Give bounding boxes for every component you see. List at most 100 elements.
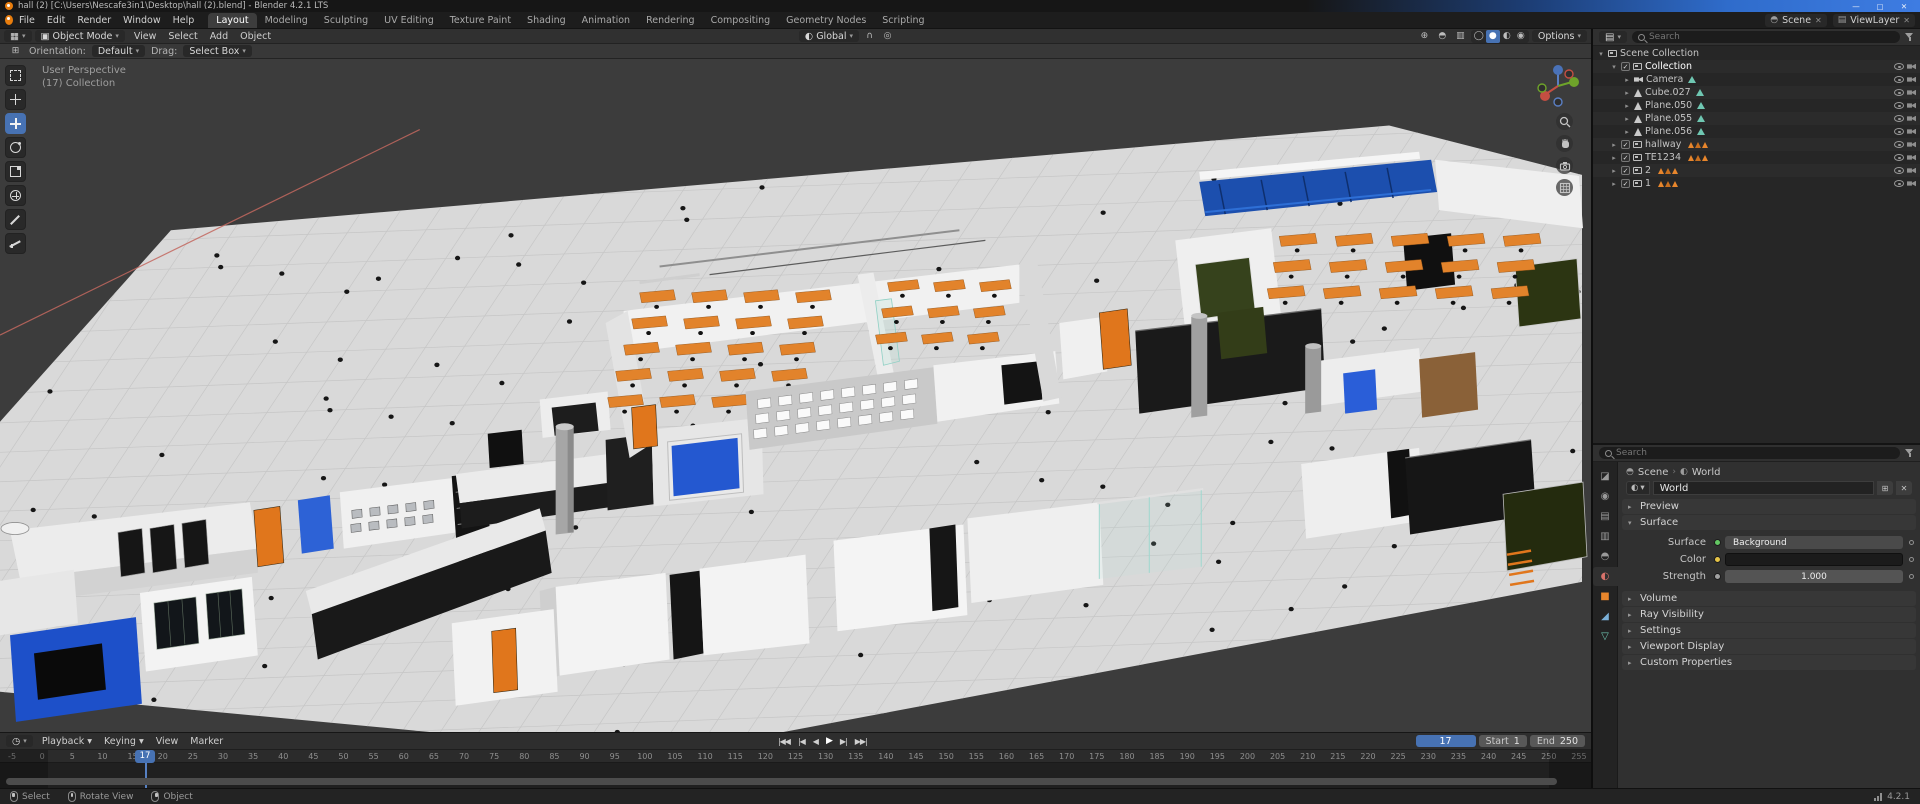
menu-edit[interactable]: Edit xyxy=(41,14,71,27)
navigation-gizmo[interactable] xyxy=(1535,63,1581,112)
workspace-tab-geometry-nodes[interactable]: Geometry Nodes xyxy=(778,13,874,28)
tool-rotate[interactable] xyxy=(5,137,26,158)
properties-search[interactable] xyxy=(1599,447,1900,459)
world-name-field[interactable]: World xyxy=(1652,481,1874,495)
section-custom-properties[interactable]: ▸ Custom Properties xyxy=(1622,655,1916,670)
tool-measure[interactable] xyxy=(5,233,26,254)
outliner-row-collection[interactable]: ▾ ✓ Collection xyxy=(1593,60,1920,73)
unlink-scene-icon[interactable]: ✕ xyxy=(1815,16,1822,25)
camera-view-icon[interactable] xyxy=(1556,157,1573,174)
drag-dropdown[interactable]: Select Box ▾ xyxy=(183,45,252,57)
properties-tab-scene[interactable]: ◓ xyxy=(1593,547,1618,566)
menu-render[interactable]: Render xyxy=(71,14,117,27)
xray-toggle-icon[interactable]: ▥ xyxy=(1453,30,1468,43)
hide-in-viewport-icon[interactable] xyxy=(1894,115,1904,122)
properties-tab-tool[interactable]: ◪ xyxy=(1593,467,1618,486)
outliner-row-1[interactable]: ▸ ✓ 1 xyxy=(1593,177,1920,190)
disable-in-renders-icon[interactable] xyxy=(1907,128,1916,135)
shading-wireframe-icon[interactable]: ◯ xyxy=(1472,30,1486,43)
scene-selector[interactable]: ◓ Scene ✕ xyxy=(1765,13,1827,27)
scene-render[interactable] xyxy=(0,59,1591,732)
viewport-menu-select[interactable]: Select xyxy=(162,31,203,42)
outliner-search-input[interactable] xyxy=(1648,32,1894,42)
workspace-tab-scripting[interactable]: Scripting xyxy=(874,13,932,28)
workspace-tab-modeling[interactable]: Modeling xyxy=(257,13,316,28)
outliner-row-2[interactable]: ▸ ✓ 2 xyxy=(1593,164,1920,177)
hide-in-viewport-icon[interactable] xyxy=(1894,167,1904,174)
expand-arrow[interactable]: ▸ xyxy=(1623,115,1631,123)
show-overlays-icon[interactable]: ◓ xyxy=(1435,30,1450,43)
next-keyframe-button[interactable]: ▶| xyxy=(837,737,850,746)
expand-arrow[interactable]: ▾ xyxy=(1610,63,1618,71)
outliner-row-plane-055[interactable]: ▸ Plane.055 xyxy=(1593,112,1920,125)
menu-window[interactable]: Window xyxy=(117,14,166,27)
animate-property-icon[interactable] xyxy=(1909,574,1914,579)
properties-tab-view-layer[interactable]: ▥ xyxy=(1593,527,1618,546)
shading-material-preview-icon[interactable]: ◐ xyxy=(1500,30,1514,43)
hide-in-viewport-icon[interactable] xyxy=(1894,89,1904,96)
workspace-tab-uv-editing[interactable]: UV Editing xyxy=(376,13,442,28)
timeline-track-area[interactable]: -5 0 5 10 15 20 25 30 35 40 45 50 55 60 65 70 75 80 85 90 95… xyxy=(0,750,1591,788)
outliner-row-hallway[interactable]: ▸ ✓ hallway xyxy=(1593,138,1920,151)
filter-icon[interactable] xyxy=(1905,449,1914,457)
animate-property-icon[interactable] xyxy=(1909,540,1914,545)
timeline-menu-marker[interactable]: Marker xyxy=(184,736,229,747)
workspace-tab-compositing[interactable]: Compositing xyxy=(703,13,779,28)
expand-arrow[interactable]: ▸ xyxy=(1623,128,1631,136)
timeline-ruler[interactable]: -5 0 5 10 15 20 25 30 35 40 45 50 55 60 65 70 75 80 85 90 95… xyxy=(0,750,1591,763)
workspace-tab-shading[interactable]: Shading xyxy=(519,13,574,28)
play-button[interactable]: ▶ xyxy=(823,736,835,746)
viewport-menu-add[interactable]: Add xyxy=(204,31,234,42)
hide-in-viewport-icon[interactable] xyxy=(1894,128,1904,135)
timeline-menu-view[interactable]: View xyxy=(150,736,185,747)
properties-tab-modifiers[interactable]: ◢ xyxy=(1593,607,1618,626)
properties-search-input[interactable] xyxy=(1616,448,1894,458)
tool-move[interactable] xyxy=(5,113,26,134)
tool-scale[interactable] xyxy=(5,161,26,182)
outliner-row-plane-056[interactable]: ▸ Plane.056 xyxy=(1593,125,1920,138)
section-volume[interactable]: ▸ Volume xyxy=(1622,591,1916,606)
disable-in-renders-icon[interactable] xyxy=(1907,154,1916,161)
breadcrumb-world[interactable]: World xyxy=(1692,467,1721,478)
expand-arrow[interactable]: ▸ xyxy=(1623,89,1631,97)
snap-magnet-icon[interactable]: ∩ xyxy=(862,30,877,43)
unlink-viewlayer-icon[interactable]: ✕ xyxy=(1903,16,1910,25)
blender-menu-icon[interactable] xyxy=(5,15,13,25)
hide-in-viewport-icon[interactable] xyxy=(1894,180,1904,187)
disable-in-renders-icon[interactable] xyxy=(1907,89,1916,96)
properties-tab-render[interactable]: ◉ xyxy=(1593,487,1618,506)
browse-world-button[interactable]: ◐ ▾ xyxy=(1626,481,1650,495)
expand-arrow[interactable]: ▸ xyxy=(1610,154,1618,162)
outliner-row-camera[interactable]: ▸ Camera xyxy=(1593,73,1920,86)
close-button[interactable]: ✕ xyxy=(1893,0,1915,12)
tool-transform[interactable] xyxy=(5,185,26,206)
section-settings[interactable]: ▸ Settings xyxy=(1622,623,1916,638)
expand-arrow[interactable]: ▸ xyxy=(1623,102,1631,110)
hide-in-viewport-icon[interactable] xyxy=(1894,102,1904,109)
menu-help[interactable]: Help xyxy=(167,14,201,27)
timeline-menu-keying[interactable]: Keying ▾ xyxy=(98,736,150,747)
exclude-checkbox[interactable]: ✓ xyxy=(1621,153,1630,162)
properties-tab-object[interactable]: ■ xyxy=(1593,587,1618,606)
disable-in-renders-icon[interactable] xyxy=(1907,102,1916,109)
orthographic-grid-icon[interactable] xyxy=(1556,179,1573,196)
exclude-checkbox[interactable]: ✓ xyxy=(1621,179,1630,188)
timeline-editor-type-button[interactable]: ◷ ▾ xyxy=(6,735,33,747)
disable-in-renders-icon[interactable] xyxy=(1907,115,1916,122)
orientation-dropdown[interactable]: Default ▾ xyxy=(91,45,146,57)
disable-in-renders-icon[interactable] xyxy=(1907,180,1916,187)
timeline-menu-playback[interactable]: Playback ▾ xyxy=(36,736,98,747)
hide-in-viewport-icon[interactable] xyxy=(1894,154,1904,161)
properties-tab-world[interactable]: ◐ xyxy=(1592,567,1618,586)
hide-in-viewport-icon[interactable] xyxy=(1894,76,1904,83)
breadcrumb-scene[interactable]: Scene xyxy=(1638,467,1669,478)
world-color-swatch[interactable] xyxy=(1725,553,1903,566)
viewport-menu-view[interactable]: View xyxy=(128,31,163,42)
viewport-menu-object[interactable]: Object xyxy=(234,31,277,42)
timeline-scrollbar[interactable] xyxy=(6,778,1557,785)
filter-icon[interactable] xyxy=(1905,33,1914,41)
jump-to-end-button[interactable]: ▶▶| xyxy=(852,737,870,746)
desk-rows[interactable] xyxy=(875,279,1012,351)
exclude-checkbox[interactable]: ✓ xyxy=(1621,166,1630,175)
outliner-row-te1234[interactable]: ▸ ✓ TE1234 xyxy=(1593,151,1920,164)
